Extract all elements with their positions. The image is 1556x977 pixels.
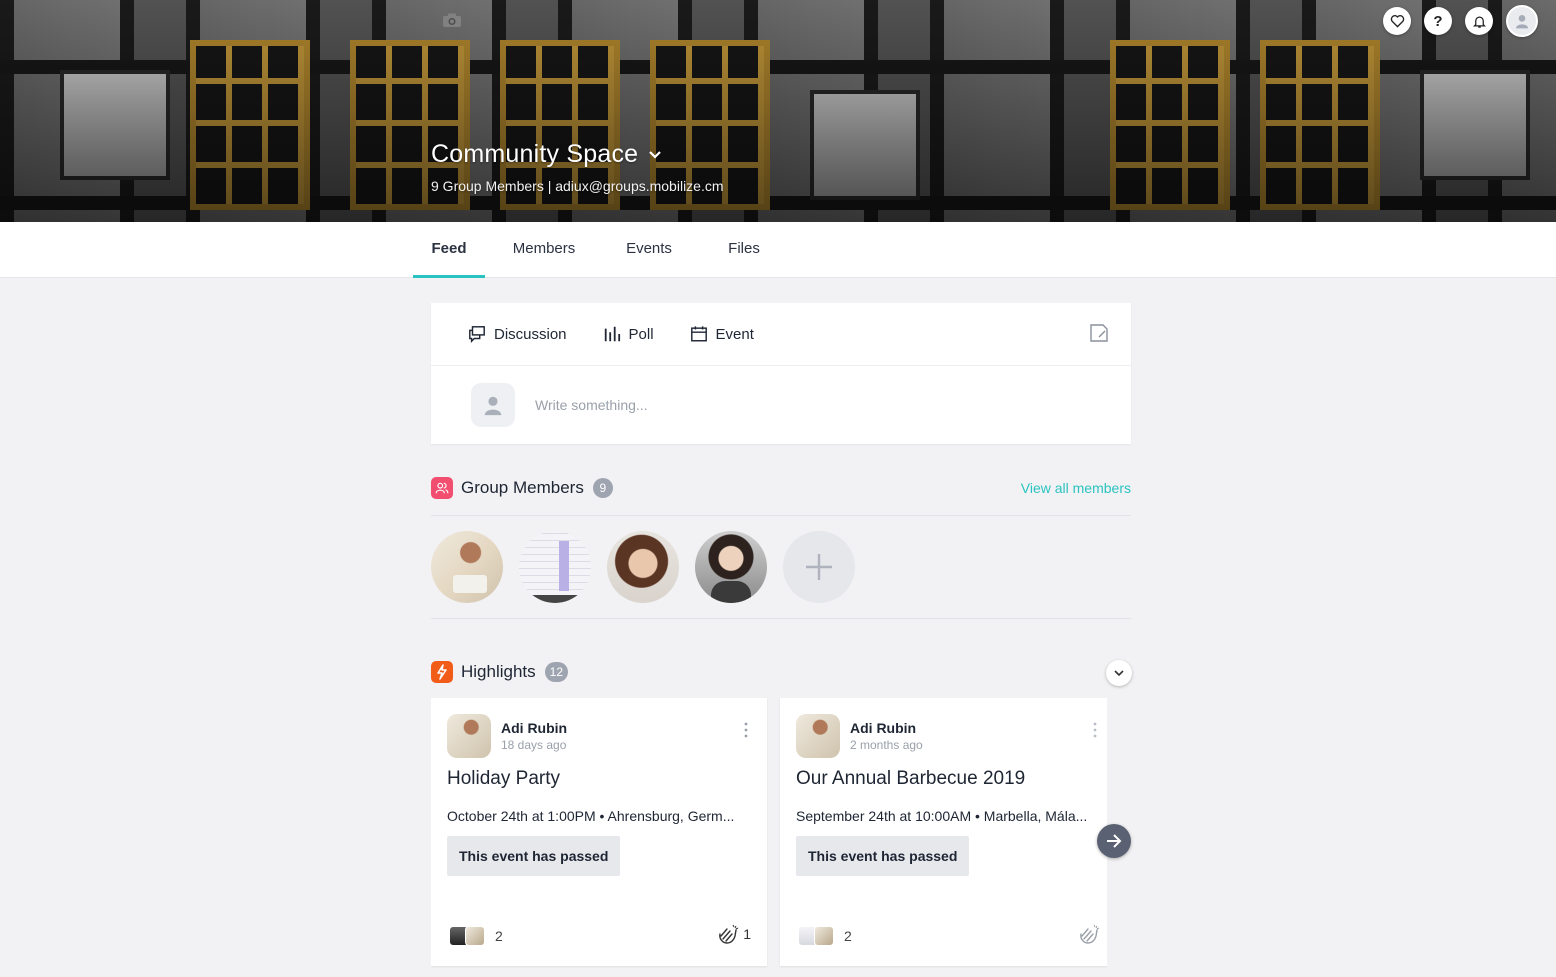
more-options-icon[interactable] (1092, 722, 1098, 738)
cover-photo (0, 0, 1556, 222)
draft-note-icon[interactable] (1089, 323, 1109, 343)
highlight-card[interactable]: Adi Rubin 18 days ago Holiday Party Octo… (431, 698, 767, 966)
event-status-badge: This event has passed (447, 836, 621, 876)
bell-icon (1472, 16, 1486, 28)
event-title[interactable]: Holiday Party (447, 768, 560, 790)
attendee-count: 2 (844, 928, 852, 944)
notifications-button[interactable] (1465, 7, 1493, 35)
event-label: Event (715, 325, 754, 343)
member-avatar[interactable] (695, 531, 767, 603)
group-members-header: Group Members 9 View all members (431, 477, 1131, 499)
divider (431, 618, 1131, 619)
post-time: 2 months ago (850, 738, 923, 752)
calendar-icon (690, 326, 707, 342)
view-all-members-link[interactable]: View all members (1021, 480, 1131, 496)
member-avatars (431, 531, 855, 603)
poll-icon (604, 326, 620, 342)
clap-button[interactable]: 1 (717, 924, 751, 944)
author-name[interactable]: Adi Rubin (850, 720, 923, 736)
help-icon: ? (1433, 12, 1443, 30)
card-author: Adi Rubin 18 days ago (447, 714, 567, 758)
cover-shade (0, 0, 1556, 222)
author-name[interactable]: Adi Rubin (501, 720, 567, 736)
tab-files[interactable]: Files (716, 222, 772, 278)
highlights-header: Highlights 12 (431, 661, 1131, 683)
group-name-dropdown[interactable]: Community Space (431, 140, 662, 169)
attendee-avatar (814, 926, 834, 946)
poll-label: Poll (628, 325, 654, 343)
highlights-carousel: Adi Rubin 18 days ago Holiday Party Octo… (431, 698, 1107, 968)
chevron-down-icon (649, 150, 662, 159)
event-status-badge: This event has passed (796, 836, 970, 876)
group-members-title: Group Members (461, 478, 584, 497)
arrow-right-icon (1107, 834, 1122, 848)
composer-write-row (431, 366, 1131, 443)
tab-events[interactable]: Events (614, 222, 684, 278)
clap-icon (1080, 924, 1100, 944)
group-name: Community Space (431, 140, 639, 168)
members-count-badge: 9 (592, 478, 613, 498)
discussion-label: Discussion (494, 325, 567, 343)
divider (431, 515, 1131, 516)
attendees[interactable]: 2 (798, 926, 852, 946)
composer-options: Discussion Poll Event (431, 303, 1131, 366)
attendee-count: 2 (495, 928, 503, 944)
user-avatar (471, 382, 515, 427)
lightning-icon (437, 664, 447, 680)
author-avatar[interactable] (447, 714, 491, 758)
add-member-button[interactable] (783, 531, 855, 603)
user-avatar-icon (484, 396, 502, 415)
member-avatar[interactable] (607, 531, 679, 603)
chevron-down-icon (1114, 669, 1124, 676)
write-something-input[interactable] (535, 396, 1035, 413)
clap-button[interactable] (1078, 924, 1104, 944)
highlights-section-icon (431, 661, 453, 683)
highlights-title: Highlights (461, 662, 536, 681)
tab-members[interactable]: Members (504, 222, 584, 278)
highlight-card[interactable]: Adi Rubin 2 months ago Our Annual Barbec… (780, 698, 1107, 966)
clap-count: 1 (743, 926, 751, 942)
heart-icon (1390, 15, 1404, 28)
more-options-icon[interactable] (743, 722, 749, 738)
tab-bar: Feed Members Events Files (0, 222, 1556, 278)
members-section-icon (431, 477, 453, 499)
highlights-count-badge: 12 (544, 662, 569, 682)
group-subtitle: 9 Group Members | adiux@groups.mobilize.… (431, 178, 724, 194)
member-avatar[interactable] (519, 531, 591, 603)
author-avatar[interactable] (796, 714, 840, 758)
plus-icon (806, 554, 832, 580)
help-button[interactable]: ? (1424, 7, 1452, 35)
camera-icon[interactable] (442, 12, 462, 28)
member-avatar[interactable] (431, 531, 503, 603)
user-avatar-icon (1516, 15, 1528, 29)
attendees[interactable]: 2 (449, 926, 503, 946)
card-author: Adi Rubin 2 months ago (796, 714, 923, 758)
favorites-button[interactable] (1383, 7, 1411, 35)
carousel-next-button[interactable] (1097, 824, 1131, 858)
user-menu-button[interactable] (1506, 5, 1538, 37)
event-title[interactable]: Our Annual Barbecue 2019 (796, 768, 1025, 790)
attendee-avatar (465, 926, 485, 946)
tab-feed[interactable]: Feed (413, 222, 485, 278)
post-time: 18 days ago (501, 738, 567, 752)
people-icon (435, 482, 449, 494)
discussion-button[interactable]: Discussion (468, 325, 567, 343)
clap-icon (719, 924, 739, 944)
event-button[interactable]: Event (690, 325, 754, 343)
post-composer: Discussion Poll Event (431, 303, 1131, 444)
discussion-icon (469, 326, 485, 343)
top-actions: ? (1383, 5, 1538, 37)
collapse-highlights-button[interactable] (1106, 660, 1132, 686)
poll-button[interactable]: Poll (603, 325, 654, 343)
event-date-location: October 24th at 1:00PM • Ahrensburg, Ger… (447, 808, 735, 824)
event-date-location: September 24th at 10:00AM • Marbella, Má… (796, 808, 1088, 824)
